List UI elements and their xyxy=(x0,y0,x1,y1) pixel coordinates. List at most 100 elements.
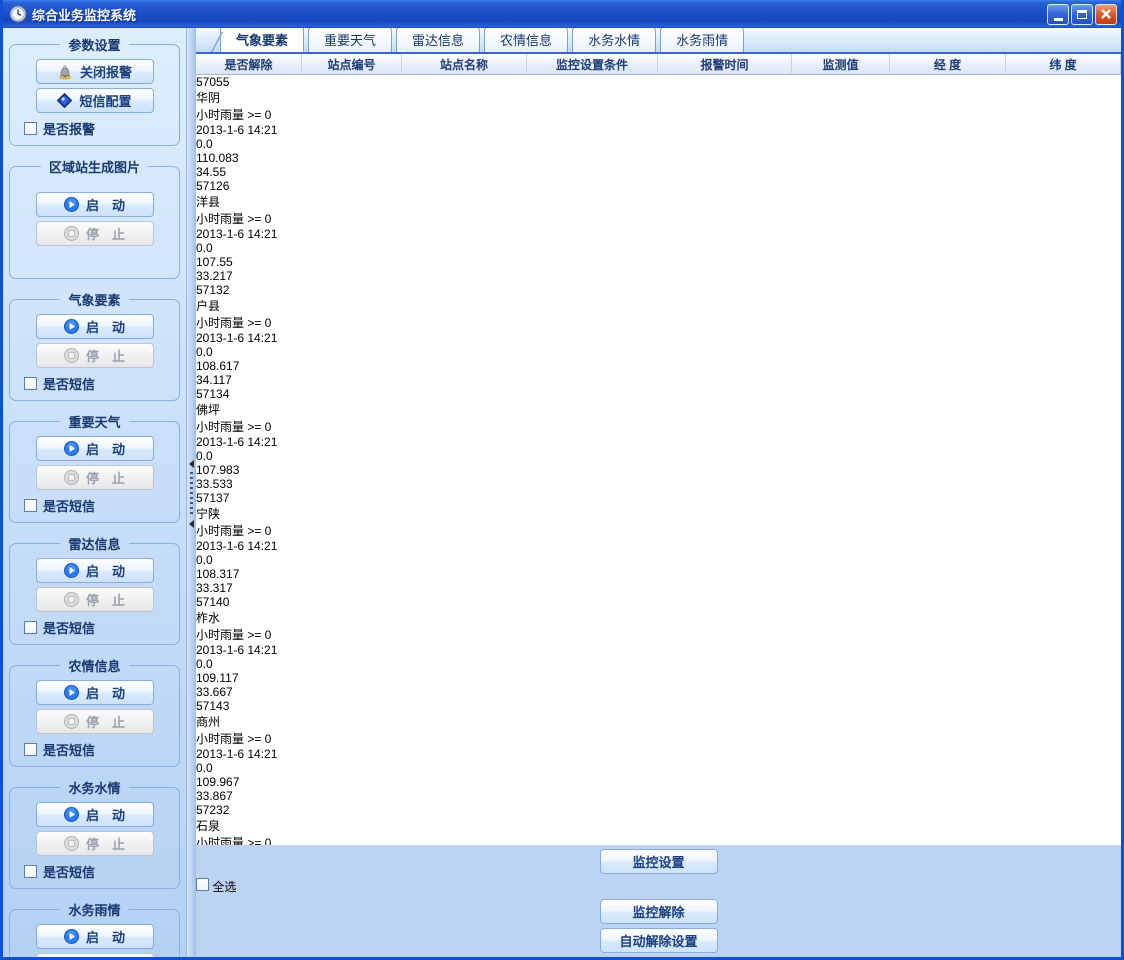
clock-app-icon xyxy=(9,5,27,23)
enable-sms-checkbox[interactable]: 是否短信 xyxy=(24,740,175,759)
select-all-checkbox[interactable] xyxy=(196,878,209,891)
checkbox[interactable] xyxy=(24,122,37,135)
button-label: 启 动 xyxy=(86,927,125,946)
checkbox[interactable] xyxy=(24,621,37,634)
button-label: 关闭报警 xyxy=(80,62,132,81)
table-row[interactable]: 57137宁陕小时雨量 >= 02013-1-6 14:210.0108.317… xyxy=(196,491,1121,595)
tab-0[interactable]: 气象要素 xyxy=(220,28,304,52)
collapse-left-icon[interactable] xyxy=(189,460,194,468)
checkbox[interactable] xyxy=(24,499,37,512)
stop-button[interactable]: 停 止 xyxy=(36,221,154,246)
checkbox[interactable] xyxy=(24,743,37,756)
button-label: 停 止 xyxy=(86,834,125,853)
enable-sms-checkbox[interactable]: 是否短信 xyxy=(24,496,175,515)
table-cell: 33.317 xyxy=(196,581,1121,595)
stop-button[interactable]: 停 止 xyxy=(36,709,154,734)
stop-button[interactable]: 停 止 xyxy=(36,343,154,368)
column-header-2[interactable]: 站点名称 xyxy=(402,54,527,75)
table-row[interactable]: 57140柞水小时雨量 >= 02013-1-6 14:210.0109.117… xyxy=(196,595,1121,699)
table-row[interactable]: 57132户县小时雨量 >= 02013-1-6 14:210.0108.617… xyxy=(196,283,1121,387)
table-cell: 0.0 xyxy=(196,657,294,671)
minimize-button[interactable] xyxy=(1047,4,1069,25)
table-cell: 34.117 xyxy=(196,373,1121,387)
group-title: 气象要素 xyxy=(60,290,128,309)
enable-alarm-checkbox[interactable]: 是否报警 xyxy=(24,119,175,138)
start-button[interactable]: 启 动 xyxy=(36,924,154,949)
sidebar-group-6: 水务水情启 动停 止是否短信 xyxy=(9,778,180,889)
close-button[interactable] xyxy=(1095,4,1117,25)
start-button[interactable]: 启 动 xyxy=(36,436,154,461)
column-header-7[interactable]: 纬 度 xyxy=(1006,54,1121,75)
stop-button[interactable]: 停 止 xyxy=(36,953,154,957)
group-title: 参数设置 xyxy=(60,35,128,54)
column-header-0[interactable]: 是否解除 xyxy=(196,54,302,75)
sidebar-group-4: 雷达信息启 动停 止是否短信 xyxy=(9,534,180,645)
table-row[interactable]: 57232石泉小时雨量 >= 02013-1-6 14:210.0108.267… xyxy=(196,803,1121,845)
stop-icon xyxy=(64,470,79,485)
sms-icon xyxy=(57,93,72,108)
table-cell: 华阴 xyxy=(196,89,321,106)
sidebar-group-3: 重要天气启 动停 止是否短信 xyxy=(9,412,180,523)
button-label: 启 动 xyxy=(86,683,125,702)
stop-button[interactable]: 停 止 xyxy=(36,587,154,612)
stop-icon xyxy=(64,592,79,607)
start-button[interactable]: 启 动 xyxy=(36,558,154,583)
checkbox[interactable] xyxy=(24,865,37,878)
table-cell: 109.967 xyxy=(196,775,312,789)
table-cell: 2013-1-6 14:21 xyxy=(196,123,330,137)
button-label: 停 止 xyxy=(86,590,125,609)
table-row[interactable]: 57134佛坪小时雨量 >= 02013-1-6 14:210.0107.983… xyxy=(196,387,1121,491)
enable-sms-checkbox[interactable]: 是否短信 xyxy=(24,618,175,637)
table-cell: 110.083 xyxy=(196,151,312,165)
collapse-left-icon[interactable] xyxy=(189,520,194,528)
select-all-row[interactable]: 全选 xyxy=(196,878,1121,895)
tab-4[interactable]: 水务水情 xyxy=(572,28,656,52)
table-cell: 2013-1-6 14:21 xyxy=(196,539,330,553)
sidebar-splitter[interactable] xyxy=(186,28,196,957)
tab-2[interactable]: 雷达信息 xyxy=(396,28,480,52)
table-row[interactable]: 57055华阴小时雨量 >= 02013-1-6 14:210.0110.083… xyxy=(196,75,1121,179)
column-header-6[interactable]: 经 度 xyxy=(890,54,1006,75)
start-button[interactable]: 启 动 xyxy=(36,680,154,705)
table-cell: 33.667 xyxy=(196,685,1121,699)
tab-5[interactable]: 水务雨情 xyxy=(660,28,744,52)
maximize-button[interactable] xyxy=(1071,4,1093,25)
table-row[interactable]: 57143商州小时雨量 >= 02013-1-6 14:210.0109.967… xyxy=(196,699,1121,803)
start-button[interactable]: 启 动 xyxy=(36,192,154,217)
group-title: 雷达信息 xyxy=(60,534,128,553)
table-cell: 57132 xyxy=(196,283,296,297)
enable-sms-checkbox[interactable]: 是否短信 xyxy=(24,374,175,393)
monitor-settings-button[interactable]: 监控设置 xyxy=(600,849,718,874)
table-cell: 柞水 xyxy=(196,609,321,626)
monitor-release-button[interactable]: 监控解除 xyxy=(600,899,718,924)
stop-button[interactable]: 停 止 xyxy=(36,831,154,856)
start-button[interactable]: 启 动 xyxy=(36,802,154,827)
alarm-icon xyxy=(57,64,73,80)
table-row[interactable]: 57126洋县小时雨量 >= 02013-1-6 14:210.0107.553… xyxy=(196,179,1121,283)
checkbox[interactable] xyxy=(24,377,37,390)
column-header-4[interactable]: 报警时间 xyxy=(658,54,792,75)
table-cell: 0.0 xyxy=(196,137,294,151)
enable-sms-checkbox[interactable]: 是否短信 xyxy=(24,862,175,881)
tab-3[interactable]: 农情信息 xyxy=(484,28,568,52)
group-title: 重要天气 xyxy=(60,412,128,431)
stop-icon xyxy=(64,348,79,363)
auto-release-settings-button[interactable]: 自动解除设置 xyxy=(600,928,718,953)
button-label: 停 止 xyxy=(86,956,125,957)
button-label: 停 止 xyxy=(86,346,125,365)
column-header-5[interactable]: 监测值 xyxy=(792,54,890,75)
stop-icon xyxy=(64,714,79,729)
splitter-grip[interactable] xyxy=(190,472,193,516)
table-cell: 商州 xyxy=(196,713,321,730)
stop-button[interactable]: 停 止 xyxy=(36,465,154,490)
tab-1[interactable]: 重要天气 xyxy=(308,28,392,52)
table-cell: 宁陕 xyxy=(196,505,321,522)
sms-config-button[interactable]: 短信配置 xyxy=(36,88,154,113)
column-header-3[interactable]: 监控设置条件 xyxy=(527,54,658,75)
table-cell: 57232 xyxy=(196,803,296,817)
column-header-1[interactable]: 站点编号 xyxy=(302,54,402,75)
table-cell: 57140 xyxy=(196,595,296,609)
close-alarm-button[interactable]: 关闭报警 xyxy=(36,59,154,84)
start-button[interactable]: 启 动 xyxy=(36,314,154,339)
table-cell: 0.0 xyxy=(196,761,294,775)
